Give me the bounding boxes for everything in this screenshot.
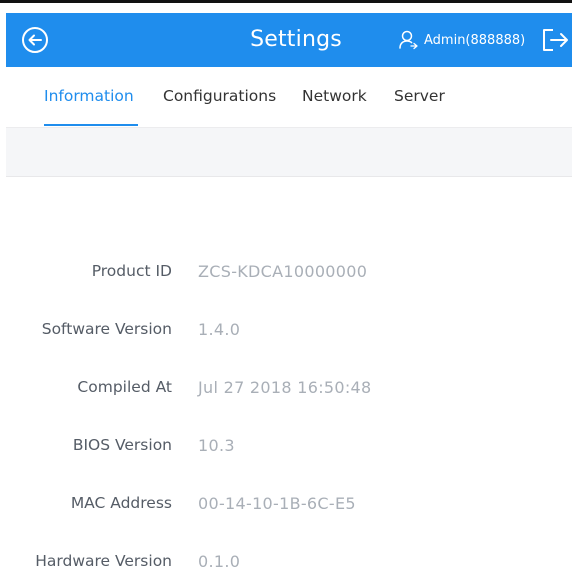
user-label: Admin(888888) — [424, 32, 526, 48]
info-label: Product ID — [91, 262, 172, 280]
tab-configurations[interactable]: Configurations — [163, 87, 276, 105]
info-value: 0.1.0 — [198, 552, 241, 571]
active-tab-indicator — [44, 124, 138, 126]
sub-toolbar — [6, 127, 572, 177]
info-label: Compiled At — [77, 378, 172, 396]
info-label: MAC Address — [70, 494, 172, 512]
info-value: 10.3 — [198, 436, 235, 455]
info-label: BIOS Version — [72, 436, 172, 454]
info-row-hardware-version: Hardware Version 0.1.0 — [0, 542, 572, 582]
tab-information[interactable]: Information — [44, 87, 134, 105]
info-label: Hardware Version — [35, 552, 172, 570]
info-value: 00-14-10-1B-6C-E5 — [198, 494, 356, 513]
info-row-compiled-at: Compiled At Jul 27 2018 16:50:48 — [0, 368, 572, 408]
info-label: Software Version — [41, 320, 172, 338]
logout-icon[interactable] — [539, 25, 571, 55]
info-value: 1.4.0 — [198, 320, 241, 339]
user-account-button[interactable]: Admin(888888) — [397, 28, 525, 52]
info-row-mac-address: MAC Address 00-14-10-1B-6C-E5 — [0, 484, 572, 524]
info-value: Jul 27 2018 16:50:48 — [198, 378, 372, 397]
app-header: Settings Admin(888888) — [6, 13, 572, 67]
info-value: ZCS-KDCA10000000 — [198, 262, 368, 281]
tab-network[interactable]: Network — [302, 87, 367, 105]
user-icon — [399, 30, 418, 50]
info-row-product-id: Product ID ZCS-KDCA10000000 — [0, 252, 572, 292]
tab-bar: Information Configurations Network Serve… — [6, 67, 572, 127]
top-border-line — [0, 0, 572, 3]
tab-server[interactable]: Server — [394, 87, 445, 105]
info-row-software-version: Software Version 1.4.0 — [0, 310, 572, 350]
info-row-bios-version: BIOS Version 10.3 — [0, 426, 572, 466]
